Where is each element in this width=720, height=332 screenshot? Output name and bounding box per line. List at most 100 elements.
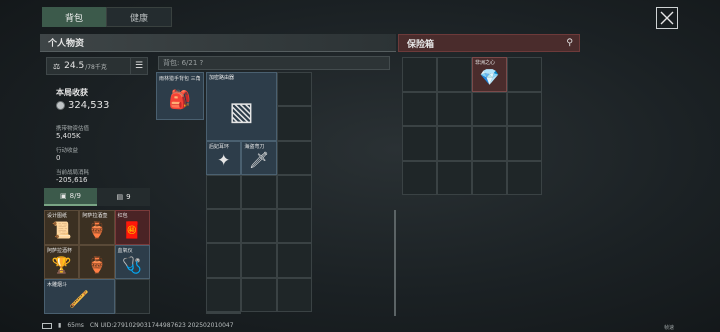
tab-pocket[interactable]: ▤ 9 bbox=[97, 188, 150, 206]
sword-icon: 🗡 bbox=[248, 150, 270, 170]
empty-slot[interactable] bbox=[472, 126, 507, 161]
envelope-icon: 🧧 bbox=[122, 220, 143, 240]
empty-slot[interactable] bbox=[402, 160, 437, 195]
backpack-slot[interactable]: 雨林猎手背包 三角 🎒 bbox=[156, 72, 204, 120]
empty-slot[interactable] bbox=[276, 140, 312, 175]
action-income: 0 bbox=[56, 154, 61, 162]
item-earring[interactable]: 后妃耳环 ✦ bbox=[206, 140, 242, 175]
empty-slot[interactable] bbox=[206, 174, 242, 210]
empty-slot[interactable] bbox=[206, 243, 242, 278]
item-heart-of-africa[interactable]: 非洲之心 💎 bbox=[472, 57, 507, 92]
list-button[interactable]: ☰ bbox=[130, 57, 148, 75]
round-income-title: 本局收获 bbox=[56, 88, 88, 97]
earring-icon: ✦ bbox=[216, 150, 231, 170]
pin-icon[interactable]: ⚲ bbox=[566, 38, 573, 48]
tab-backpack[interactable]: 背包 bbox=[42, 7, 106, 27]
item-wooden-pipe[interactable]: 木雕烟斗 🪈 bbox=[44, 279, 115, 314]
empty-slot[interactable] bbox=[276, 209, 312, 244]
ping-value: 65ms bbox=[67, 322, 84, 329]
item-encrypted-router[interactable]: 加密路由器 ▧ bbox=[206, 72, 277, 141]
top-tabs: 背包 健康 bbox=[42, 7, 172, 27]
weight-icon: ⚖ bbox=[53, 61, 61, 71]
empty-slot[interactable] bbox=[276, 174, 312, 210]
tab-rig[interactable]: ▣ 8/9 bbox=[44, 188, 97, 206]
item-asara-pot-lower[interactable]: 🏺 bbox=[79, 244, 115, 280]
pot-icon: 🏺 bbox=[87, 220, 107, 240]
rig-icon: ▣ bbox=[60, 192, 67, 200]
action-income-label: 行动收益 bbox=[56, 148, 79, 154]
empty-slot[interactable] bbox=[402, 126, 437, 161]
oximeter-icon: 🩺 bbox=[122, 255, 143, 275]
status-bar: ▮ 65ms CN UID:279102903174498762​3 20250… bbox=[42, 322, 234, 329]
backpack-capacity-label: 背包: 6/21 ? bbox=[158, 56, 390, 70]
round-income-value: 324,533 bbox=[68, 100, 110, 111]
empty-slot[interactable] bbox=[206, 311, 242, 314]
uid-text: CN UID:279102903174498762​3 20250201004​… bbox=[89, 322, 234, 329]
pot-icon: 🏺 bbox=[87, 255, 107, 275]
close-button[interactable] bbox=[656, 7, 678, 29]
item-label: 木雕烟斗 bbox=[47, 282, 68, 289]
pocket-count: 9 bbox=[126, 193, 131, 201]
empty-slot[interactable] bbox=[402, 57, 437, 92]
empty-slot[interactable] bbox=[507, 160, 542, 195]
empty-slot[interactable] bbox=[507, 57, 542, 92]
empty-slot[interactable] bbox=[507, 126, 542, 161]
item-asara-pot[interactable]: 阿萨拉酒壶 🏺 bbox=[79, 210, 115, 245]
empty-slot[interactable] bbox=[472, 160, 507, 195]
safe-header-label: 保险箱 bbox=[407, 39, 435, 50]
rig-count: 8/9 bbox=[69, 192, 81, 200]
battery-icon bbox=[42, 322, 52, 329]
empty-slot[interactable] bbox=[437, 91, 472, 126]
empty-slot[interactable] bbox=[206, 277, 242, 312]
pipe-icon: 🪈 bbox=[69, 289, 90, 309]
safe-header: 保险箱 ⚲ bbox=[398, 34, 580, 52]
item-red-envelope[interactable]: 红包 🧧 bbox=[114, 210, 150, 245]
scrollbar[interactable] bbox=[394, 210, 396, 316]
tab-health[interactable]: 健康 bbox=[106, 7, 172, 27]
empty-slot[interactable] bbox=[437, 57, 472, 92]
empty-slot[interactable] bbox=[437, 126, 472, 161]
empty-slot[interactable] bbox=[402, 91, 437, 126]
empty-slot[interactable] bbox=[437, 160, 472, 195]
pocket-strip: ▣ 8/9 ▤ 9 bbox=[44, 188, 150, 206]
rig-grid: 设计图纸 📜 阿萨拉酒壶 🏺 红包 🧧 阿萨拉酒杯 🏆 🏺 血氧仪 🩺 木雕烟斗… bbox=[44, 210, 150, 314]
empty-slot[interactable] bbox=[276, 106, 312, 141]
signal-icon: ▮ bbox=[58, 322, 62, 329]
item-design-paper[interactable]: 设计图纸 📜 bbox=[44, 210, 80, 245]
router-icon: ▧ bbox=[229, 96, 254, 127]
weight-value: 24.5 bbox=[64, 61, 85, 71]
item-label: 设计图纸 bbox=[47, 213, 68, 219]
empty-slot[interactable] bbox=[241, 243, 277, 278]
list-icon: ☰ bbox=[134, 61, 144, 71]
item-asara-cup[interactable]: 阿萨拉酒杯 🏆 bbox=[44, 244, 80, 280]
backpack-grid: 加密路由器 ▧ 后妃耳环 ✦ 海盗弯刀 🗡 bbox=[206, 72, 312, 314]
battle-cost-label: 当前战局消耗 bbox=[56, 170, 90, 176]
empty-slot[interactable] bbox=[276, 243, 312, 278]
empty-slot[interactable] bbox=[276, 277, 312, 312]
close-icon bbox=[660, 11, 674, 25]
item-label: 海盗弯刀 bbox=[244, 143, 265, 150]
empty-slot[interactable] bbox=[114, 279, 150, 314]
battle-cost: -205,616 bbox=[56, 176, 88, 184]
item-oximeter[interactable]: 血氧仪 🩺 bbox=[114, 244, 150, 280]
item-label: 血氧仪 bbox=[117, 247, 133, 254]
item-label: 后妃耳环 bbox=[209, 143, 230, 150]
item-label: 红包 bbox=[117, 213, 128, 219]
item-pirate-sword[interactable]: 海盗弯刀 🗡 bbox=[241, 140, 277, 175]
safe-grid: 非洲之心 💎 bbox=[402, 57, 542, 195]
empty-slot[interactable] bbox=[276, 72, 312, 107]
personal-header: 个人物资 bbox=[40, 34, 396, 52]
round-income: 324,533 bbox=[56, 100, 109, 111]
empty-slot[interactable] bbox=[206, 209, 242, 244]
item-label: 加密路由器 bbox=[209, 75, 235, 81]
cup-icon: 🏆 bbox=[51, 255, 72, 275]
empty-slot[interactable] bbox=[241, 209, 277, 244]
empty-slot[interactable] bbox=[241, 174, 277, 210]
scroll-icon: 📜 bbox=[51, 220, 72, 240]
empty-slot[interactable] bbox=[507, 91, 542, 126]
weight-capacity: /78千克 bbox=[85, 63, 107, 71]
corner-label: 帧速 bbox=[664, 325, 675, 331]
empty-slot[interactable] bbox=[241, 277, 277, 312]
backpack-icon: 🎒 bbox=[168, 89, 192, 111]
empty-slot[interactable] bbox=[472, 91, 507, 126]
